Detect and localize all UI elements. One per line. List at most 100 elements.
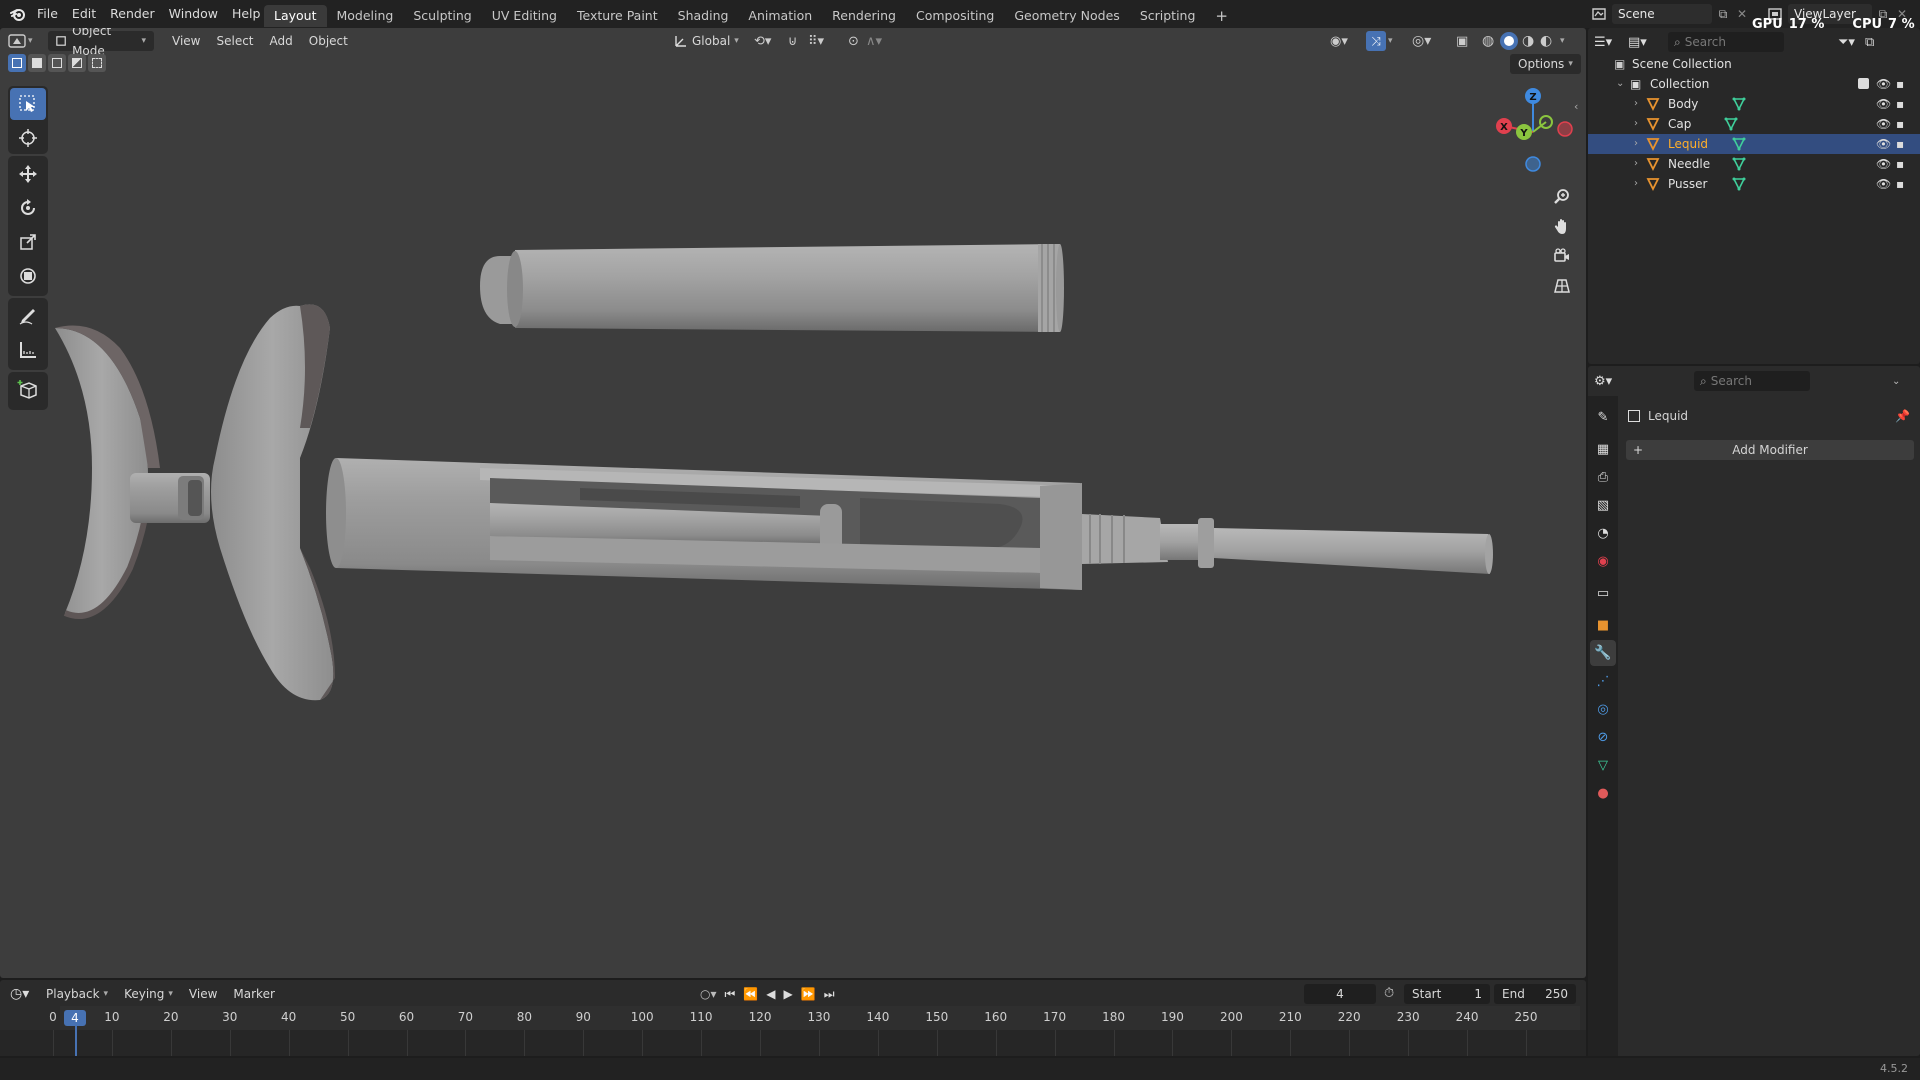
properties-editor-type-icon[interactable]: ⚙▾ bbox=[1594, 374, 1628, 389]
menu-help[interactable]: Help bbox=[225, 0, 268, 28]
mesh-data-icon[interactable] bbox=[1732, 94, 1746, 114]
timeline-menu-keying[interactable]: Keying ▾ bbox=[116, 984, 181, 1004]
filter-icon[interactable]: ⏷▾ bbox=[1838, 35, 1855, 50]
expand-icon[interactable]: › bbox=[1634, 114, 1638, 134]
material-tab-icon[interactable]: ● bbox=[1590, 780, 1616, 806]
constraints-tab-icon[interactable]: ⊘ bbox=[1590, 724, 1616, 750]
menu-edit[interactable]: Edit bbox=[65, 0, 103, 28]
tab-geometry-nodes[interactable]: Geometry Nodes bbox=[1004, 5, 1129, 27]
timeline-menu-view[interactable]: View bbox=[181, 984, 225, 1004]
3d-viewport[interactable]: ▾ Object Mode ▾ View Select Add Object G… bbox=[0, 28, 1586, 978]
start-frame-field[interactable]: Start 1 bbox=[1404, 984, 1490, 1004]
expand-icon[interactable]: › bbox=[1634, 94, 1638, 114]
mesh-data-icon[interactable] bbox=[1732, 154, 1746, 174]
collection-tab-icon[interactable]: ▭ bbox=[1590, 580, 1616, 606]
play-icon[interactable]: ▶ bbox=[784, 987, 793, 1001]
syringe-model[interactable] bbox=[0, 28, 1586, 978]
expand-icon[interactable]: › bbox=[1634, 134, 1638, 154]
visibility-eye-icon[interactable]: 👁 bbox=[1876, 154, 1891, 174]
outliner-row-cap[interactable]: › Cap 👁 ▪ bbox=[1588, 114, 1920, 134]
timeline-ruler[interactable]: 0 10 20 30 40 50 60 70 80 90 100 110 120 130 140 150 160… bbox=[0, 1006, 1586, 1056]
view-layer-tab-icon[interactable]: ▧ bbox=[1590, 492, 1616, 518]
menu-window[interactable]: Window bbox=[162, 0, 225, 28]
outliner-search-input[interactable]: ⌕ Search bbox=[1668, 32, 1784, 52]
particles-tab-icon[interactable]: ⋰ bbox=[1590, 668, 1616, 694]
scene-tab-icon[interactable]: ◔ bbox=[1590, 520, 1616, 546]
jump-next-keyframe-icon[interactable]: ⏩ bbox=[801, 987, 816, 1001]
add-workspace-button[interactable]: + bbox=[1205, 5, 1238, 27]
tab-animation[interactable]: Animation bbox=[738, 5, 822, 27]
visibility-eye-icon[interactable]: 👁 bbox=[1876, 114, 1891, 134]
tab-modeling[interactable]: Modeling bbox=[327, 5, 404, 27]
mesh-data-icon[interactable] bbox=[1724, 114, 1738, 134]
mesh-data-icon[interactable] bbox=[1732, 134, 1746, 154]
needle-object[interactable] bbox=[1082, 514, 1493, 574]
mesh-data-icon[interactable] bbox=[1732, 174, 1746, 194]
timeline-menu-playback[interactable]: Playback ▾ bbox=[38, 984, 116, 1004]
tab-shading[interactable]: Shading bbox=[668, 5, 739, 27]
collection-exclude-checkbox[interactable] bbox=[1858, 78, 1869, 89]
playhead-marker[interactable]: 4 bbox=[64, 1010, 86, 1026]
new-collection-icon[interactable]: ⧉ bbox=[1865, 35, 1874, 50]
scene-collection-label[interactable]: Scene Collection bbox=[1632, 54, 1732, 74]
visibility-eye-icon[interactable]: 👁 bbox=[1876, 134, 1891, 154]
physics-tab-icon[interactable]: ◎ bbox=[1590, 696, 1616, 722]
scene-selector[interactable]: Scene bbox=[1612, 4, 1712, 24]
timeline-menu-marker[interactable]: Marker bbox=[225, 984, 282, 1004]
body-object[interactable] bbox=[211, 304, 1082, 701]
tab-layout[interactable]: Layout bbox=[264, 5, 327, 27]
render-camera-icon[interactable]: ▪ bbox=[1896, 154, 1904, 174]
render-camera-icon[interactable]: ▪ bbox=[1896, 94, 1904, 114]
add-modifier-button[interactable]: + Add Modifier bbox=[1626, 440, 1914, 460]
cap-object[interactable] bbox=[480, 244, 1064, 332]
tab-uv-editing[interactable]: UV Editing bbox=[482, 5, 567, 27]
remove-scene-icon[interactable]: ✕ bbox=[1734, 7, 1750, 21]
play-reverse-icon[interactable]: ◀ bbox=[766, 987, 775, 1001]
tab-rendering[interactable]: Rendering bbox=[822, 5, 906, 27]
jump-end-icon[interactable]: ⏭ bbox=[824, 987, 835, 1002]
render-camera-icon[interactable]: ▪ bbox=[1896, 114, 1904, 134]
outliner-row-pusser[interactable]: › Pusser 👁 ▪ bbox=[1588, 174, 1920, 194]
current-frame-field[interactable]: 4 bbox=[1304, 984, 1376, 1004]
jump-start-icon[interactable]: ⏮ bbox=[725, 987, 736, 1002]
tab-scripting[interactable]: Scripting bbox=[1130, 5, 1206, 27]
jump-prev-keyframe-icon[interactable]: ⏪ bbox=[743, 987, 758, 1001]
properties-options-icon[interactable]: ⌄ bbox=[1892, 376, 1900, 387]
outliner-row-lequid[interactable]: › Lequid 👁 ▪ bbox=[1588, 134, 1920, 154]
tool-tab-icon[interactable]: ✎ bbox=[1590, 404, 1616, 430]
timeline-editor[interactable]: ◷▾ Playback ▾ Keying ▾ View Marker ○▾ ⏮ ⏪ … bbox=[0, 980, 1586, 1056]
outliner-display-mode-icon[interactable]: ▤▾ bbox=[1628, 35, 1662, 50]
data-tab-icon[interactable]: ▽ bbox=[1590, 752, 1616, 778]
outliner-row-needle[interactable]: › Needle 👁 ▪ bbox=[1588, 154, 1920, 174]
expand-icon[interactable]: › bbox=[1634, 154, 1638, 174]
auto-keying-icon[interactable]: ○▾ bbox=[700, 987, 717, 1001]
visibility-eye-icon[interactable]: 👁 bbox=[1876, 174, 1891, 194]
collection-label[interactable]: Collection bbox=[1650, 74, 1709, 94]
tab-texture-paint[interactable]: Texture Paint bbox=[567, 5, 668, 27]
end-frame-field[interactable]: End 250 bbox=[1494, 984, 1576, 1004]
render-tab-icon[interactable]: ▦ bbox=[1590, 436, 1616, 462]
collection-visibility-icon[interactable]: 👁 bbox=[1876, 74, 1891, 94]
menu-file[interactable]: File bbox=[30, 0, 65, 28]
tab-sculpting[interactable]: Sculpting bbox=[403, 5, 481, 27]
collection-render-icon[interactable]: ▪ bbox=[1896, 74, 1904, 94]
pin-icon[interactable]: 📌 bbox=[1895, 409, 1910, 423]
tab-compositing[interactable]: Compositing bbox=[906, 5, 1004, 27]
modifier-tab-icon[interactable]: 🔧 bbox=[1590, 640, 1616, 666]
new-scene-icon[interactable]: ⧉ bbox=[1712, 7, 1734, 22]
preview-range-icon[interactable]: ⏱ bbox=[1384, 986, 1394, 1001]
object-tab-icon[interactable]: ■ bbox=[1590, 612, 1616, 638]
output-tab-icon[interactable]: ⎙ bbox=[1590, 464, 1616, 490]
visibility-eye-icon[interactable]: 👁 bbox=[1876, 94, 1891, 114]
timeline-editor-type-icon[interactable]: ◷▾ bbox=[10, 986, 38, 1002]
collection-expand-icon[interactable]: ⌄ bbox=[1616, 74, 1624, 94]
blender-logo-icon[interactable] bbox=[6, 6, 30, 22]
scene-icon[interactable] bbox=[1586, 7, 1612, 21]
pusser-object[interactable] bbox=[55, 325, 210, 619]
menu-render[interactable]: Render bbox=[103, 0, 162, 28]
world-tab-icon[interactable]: ◉ bbox=[1590, 548, 1616, 574]
properties-search-input[interactable]: ⌕ Search bbox=[1694, 371, 1810, 391]
outliner-editor-type-icon[interactable]: ☰▾ bbox=[1594, 35, 1628, 50]
expand-icon[interactable]: › bbox=[1634, 174, 1638, 194]
outliner-row-body[interactable]: › Body 👁 ▪ bbox=[1588, 94, 1920, 114]
